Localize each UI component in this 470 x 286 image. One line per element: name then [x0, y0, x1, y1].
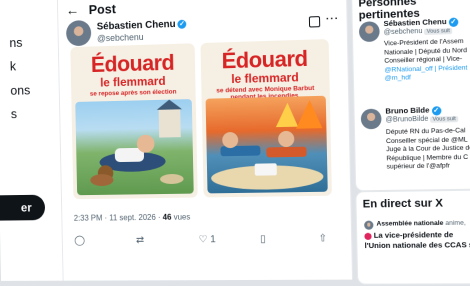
- resting-man-illustration: [90, 99, 184, 187]
- person-avatar[interactable]: [360, 108, 382, 130]
- post-column: ← Post Sébastien Chenu ✓ @sebchenu ⋯ Édou…: [56, 0, 354, 281]
- person-name[interactable]: Bruno Bilde ✓: [385, 105, 441, 116]
- post-timestamp[interactable]: 2:33 PM · 11 sept. 2026 ·: [74, 213, 161, 223]
- bio-link[interactable]: @rn_hdf: [385, 73, 470, 84]
- post-meta: 2:33 PM · 11 sept. 2026 · 46 vues: [74, 213, 191, 223]
- follows-you-badge: Vous suit: [430, 116, 459, 123]
- verified-badge-icon: ✓: [177, 19, 187, 29]
- image-1-illustration: [75, 99, 194, 196]
- person-avatar[interactable]: [358, 21, 380, 43]
- live-author-avatar[interactable]: [364, 220, 374, 230]
- live-headline[interactable]: La vice-présidente de l'Union nationale …: [364, 230, 470, 250]
- post-image-2[interactable]: Édouard le flemmard se détend avec Moniq…: [200, 39, 332, 198]
- author-name[interactable]: Sébastien Chenu ✓: [97, 19, 187, 33]
- left-navigation: ns k ons s er: [0, 0, 63, 281]
- relevant-people-panel: Personnes pertinentes Sébastien Chenu ✓ @…: [351, 0, 470, 192]
- nav-item-3[interactable]: ons: [10, 83, 30, 98]
- bio-line: supérieur de l'@afpfr: [386, 162, 451, 171]
- like-count: 1: [210, 234, 216, 246]
- follows-you-badge: Vous suit: [424, 27, 453, 35]
- person-bio: Député RN du Pas-de-Cal Conseiller spéci…: [386, 127, 470, 173]
- person-handle[interactable]: @sebchenu Vous suit: [384, 27, 453, 36]
- live-dot-icon: [364, 232, 372, 240]
- author-handle[interactable]: @sebchenu: [97, 32, 144, 43]
- post-actions: ◯ ⇄ ♡ 1 ▯ ⇧: [74, 233, 331, 249]
- back-arrow-icon[interactable]: ←: [66, 2, 80, 18]
- repost-icon[interactable]: ⇄: [136, 235, 144, 246]
- right-sidebar: Personnes pertinentes Sébastien Chenu ✓ @…: [351, 0, 470, 285]
- live-title: En direct sur X: [362, 197, 444, 211]
- person-bio: Vice-Président de l'Assem Nationale | Dé…: [384, 37, 470, 84]
- post-button-label: er: [20, 200, 32, 215]
- view-label: vues: [173, 212, 191, 222]
- post-image-1[interactable]: Édouard le flemmard se repose après son …: [70, 43, 198, 200]
- beach-fire-illustration: [210, 99, 324, 191]
- bookmark-icon[interactable]: ▯: [260, 234, 266, 245]
- nav-item-1[interactable]: ns: [9, 35, 22, 50]
- author-avatar[interactable]: [65, 19, 92, 47]
- nav-item-2[interactable]: k: [10, 59, 16, 74]
- like-icon: ♡: [198, 234, 208, 246]
- like-button[interactable]: ♡ 1: [199, 234, 216, 245]
- reply-icon[interactable]: ◯: [74, 235, 85, 246]
- more-options-icon[interactable]: ⋯: [325, 10, 339, 27]
- post-button[interactable]: er: [0, 194, 46, 221]
- nav-item-4[interactable]: s: [11, 106, 17, 121]
- verified-badge-icon: ✓: [431, 105, 441, 116]
- grok-icon[interactable]: [308, 16, 321, 28]
- page: ns k ons s er ← Post Sébastien Chenu ✓ @s…: [0, 0, 470, 285]
- live-author[interactable]: Assemblée nationale anime,: [376, 220, 465, 228]
- view-count: 46: [162, 212, 172, 222]
- image-2-illustration: [205, 95, 328, 194]
- page-title: Post: [88, 1, 117, 18]
- verified-badge-icon: ✓: [448, 17, 459, 27]
- person-handle[interactable]: @BrunoBilde Vous suit: [386, 115, 459, 124]
- share-icon[interactable]: ⇧: [318, 233, 327, 244]
